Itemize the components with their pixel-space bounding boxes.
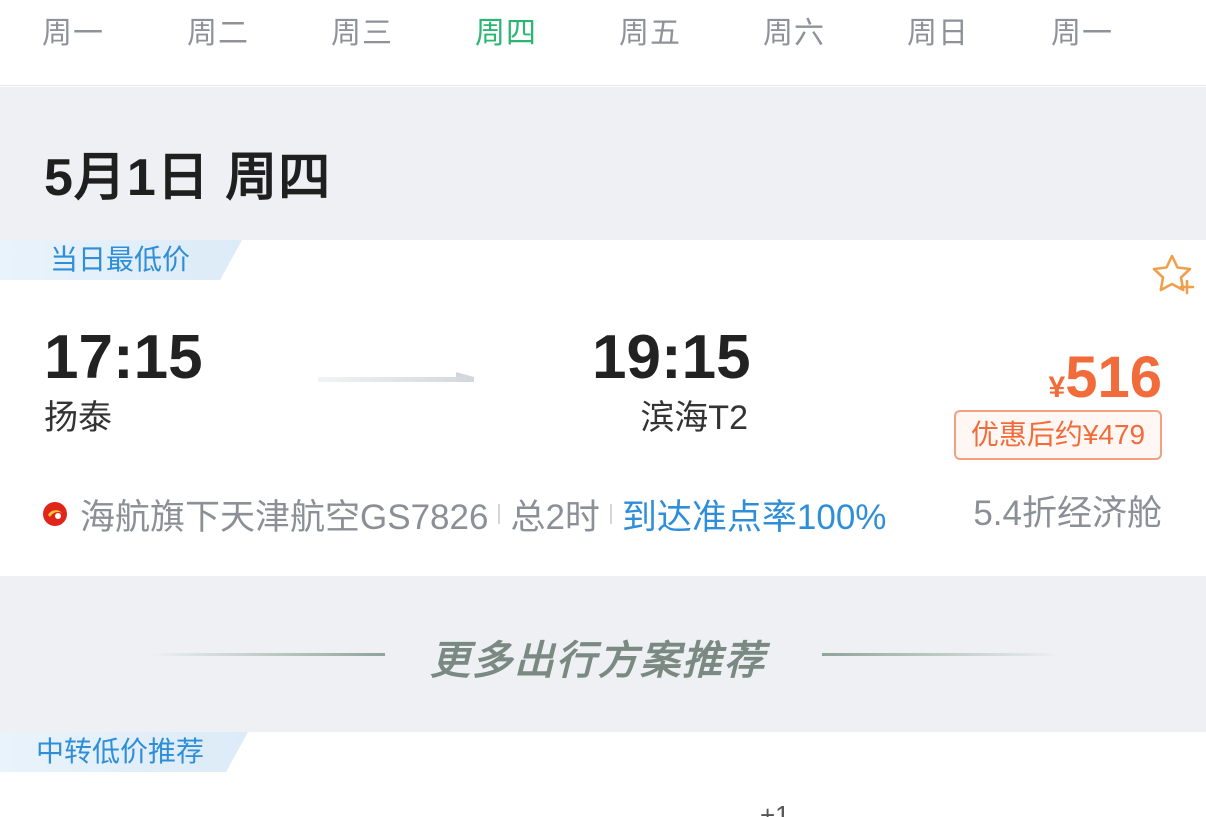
weekday-bar: 周一 周二 周三 周四 周五 周六 周日 周一	[0, 0, 1206, 86]
price: ¥516	[1049, 344, 1162, 411]
day-tab[interactable]: 周五	[619, 8, 681, 52]
date-title: 5月1日 周四	[44, 149, 332, 207]
day-tab-active[interactable]: 周四	[475, 8, 537, 52]
arrival-airport: 滨海T2	[640, 399, 748, 437]
arrow-right-icon	[318, 372, 474, 382]
divider	[498, 504, 501, 524]
day-tab[interactable]: 周二	[187, 8, 249, 52]
date-header: 5月1日 周四	[0, 87, 1206, 240]
lowest-price-tag: 当日最低价	[0, 240, 242, 280]
transfer-tag: 中转低价推荐	[0, 732, 248, 772]
price-amount: 516	[1065, 345, 1162, 410]
flight-card[interactable]: 当日最低价 17:15 扬泰 19:15 滨海T2 ¥516 优惠后约¥479 …	[0, 240, 1206, 576]
flight-info-row: 海航旗下天津航空GS7826 总2时 到达准点率100%	[42, 492, 886, 537]
tianjin-airlines-logo-icon	[43, 502, 67, 526]
price-currency: ¥	[1048, 371, 1066, 404]
star-plus-icon[interactable]	[1150, 252, 1198, 296]
day-tab[interactable]: 周一	[42, 8, 104, 52]
airline-flight-number: 海航旗下天津航空GS7826	[80, 497, 489, 537]
day-tab[interactable]: 周一	[1051, 8, 1113, 52]
discount-badge: 优惠后约¥479	[954, 410, 1162, 460]
day-tab[interactable]: 周六	[763, 8, 825, 52]
duration: 总2时	[510, 497, 600, 537]
day-tab[interactable]: 周三	[331, 8, 393, 52]
divider	[609, 504, 612, 524]
cabin-class: 5.4折经济舱	[973, 494, 1162, 533]
more-options-section: 更多出行方案推荐	[0, 576, 1206, 732]
transfer-section[interactable]: 中转低价推荐 +1	[0, 732, 1206, 817]
divider-line	[150, 653, 385, 656]
plus-day-badge: +1	[760, 800, 790, 817]
arrival-time: 19:15	[592, 323, 751, 392]
ontime-rate[interactable]: 到达准点率100%	[622, 489, 887, 540]
more-options-title: 更多出行方案推荐	[430, 639, 766, 683]
departure-time: 17:15	[44, 323, 203, 392]
divider-line	[822, 653, 1062, 656]
day-tab[interactable]: 周日	[907, 8, 969, 52]
departure-airport: 扬泰	[44, 399, 112, 437]
